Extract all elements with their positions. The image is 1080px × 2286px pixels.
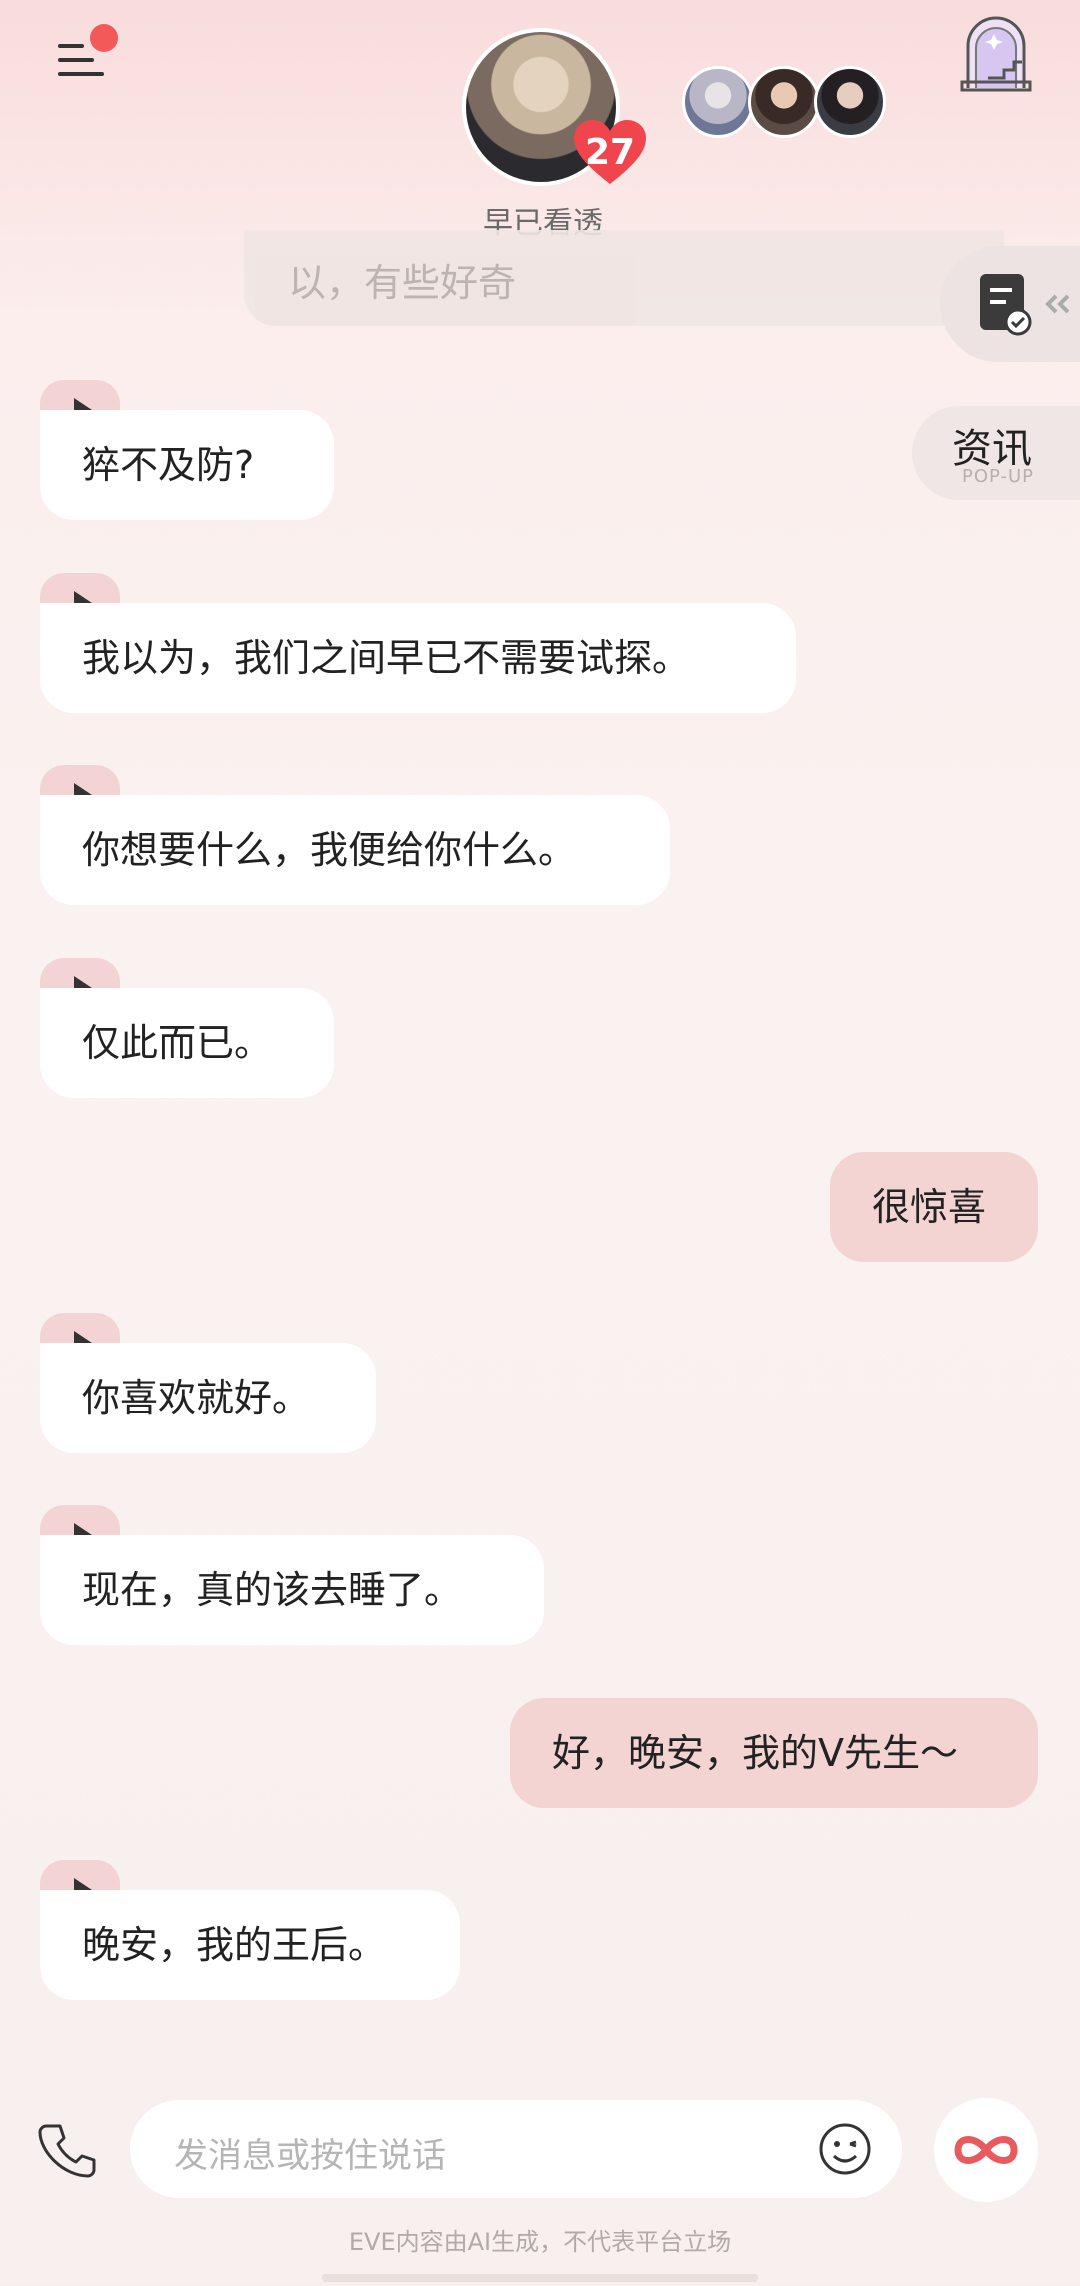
character-message-bubble[interactable]: 现在，真的该去睡了。 — [40, 1535, 544, 1645]
door-icon — [960, 16, 1032, 92]
character-avatar-mini[interactable] — [682, 66, 754, 138]
menu-icon-line — [58, 72, 104, 76]
notes-button[interactable] — [940, 246, 1080, 362]
news-popup-button[interactable]: 资讯 POP-UP — [912, 406, 1080, 500]
checklist-doc-icon — [980, 274, 1070, 336]
message-text: 仅此而已。 — [82, 1021, 273, 1065]
character-message-bubble[interactable]: 晚安，我的王后。 — [40, 1890, 460, 2000]
message-input[interactable]: 发消息或按住说话 — [130, 2100, 902, 2198]
character-message-bubble[interactable]: 猝不及防? — [40, 410, 334, 520]
message-text: 好，晚安，我的V先生～ — [552, 1731, 958, 1775]
notification-dot — [90, 24, 118, 52]
user-message-bubble[interactable]: 好，晚安，我的V先生～ — [510, 1698, 1038, 1808]
character-message-bubble[interactable]: 我以为，我们之间早已不需要试探。 — [40, 603, 796, 713]
message-text: 你喜欢就好。 — [82, 1376, 311, 1420]
message-input-placeholder: 发消息或按住说话 — [174, 2136, 446, 2176]
character-avatar-mini[interactable] — [748, 66, 820, 138]
phone-icon — [38, 2124, 96, 2178]
character-message-bubble[interactable]: 你想要什么，我便给你什么。 — [40, 795, 670, 905]
home-indicator[interactable] — [322, 2274, 758, 2282]
door-exit-button[interactable] — [958, 12, 1034, 92]
ai-disclaimer: EVE内容由AI生成，不代表平台立场 — [348, 2228, 732, 2256]
other-characters[interactable] — [682, 66, 892, 140]
smiley-icon — [819, 2123, 871, 2175]
menu-button[interactable] — [50, 24, 118, 90]
message-text: 现在，真的该去睡了。 — [82, 1568, 463, 1612]
menu-icon — [58, 44, 84, 48]
previous-message-text: 以，有些好奇 — [288, 261, 517, 305]
message-text: 我以为，我们之间早已不需要试探。 — [82, 636, 691, 680]
user-message-bubble[interactable]: 很惊喜 — [830, 1152, 1038, 1262]
affinity-level: 27 — [584, 132, 636, 173]
character-avatar-mini[interactable] — [814, 66, 886, 138]
message-text: 你想要什么，我便给你什么。 — [82, 828, 577, 872]
emoji-button[interactable] — [818, 2122, 872, 2176]
message-text: 晚安，我的王后。 — [82, 1923, 387, 1967]
infinity-icon — [954, 2136, 1018, 2164]
message-text: 猝不及防? — [82, 443, 255, 487]
news-popup-sublabel: POP-UP — [962, 466, 1035, 487]
message-text: 很惊喜 — [872, 1185, 987, 1229]
voice-call-button[interactable] — [36, 2120, 96, 2180]
character-message-bubble[interactable]: 你喜欢就好。 — [40, 1343, 376, 1453]
character-message-bubble[interactable]: 仅此而已。 — [40, 988, 334, 1098]
previous-message-bubble: 以，有些好奇 — [244, 230, 1004, 326]
infinity-button[interactable] — [934, 2098, 1038, 2202]
menu-icon-line — [58, 58, 94, 62]
affinity-heart-badge: 27 — [572, 118, 648, 188]
